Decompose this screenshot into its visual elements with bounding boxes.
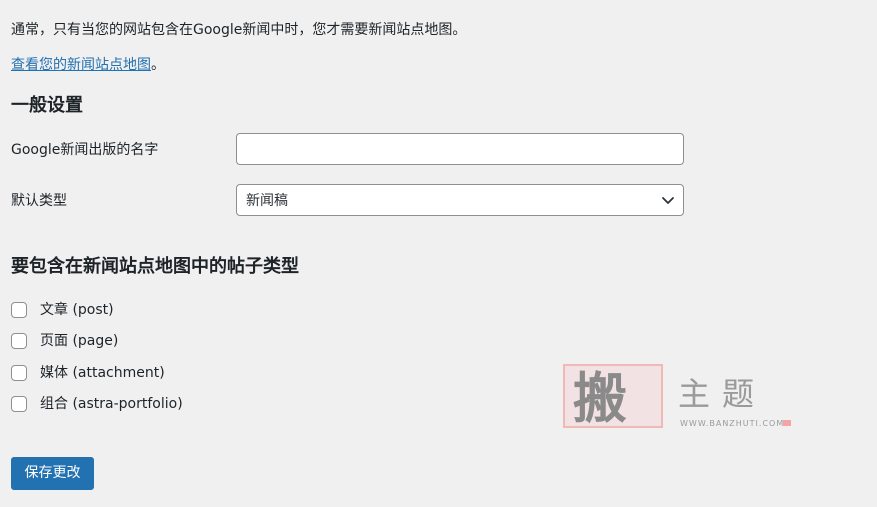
post-type-row-post: 文章 (post) <box>11 300 114 320</box>
default-type-select[interactable]: 新闻稿 <box>236 184 684 216</box>
intro-text: 通常，只有当您的网站包含在Google新闻中时，您才需要新闻站点地图。 <box>11 22 467 38</box>
post-type-row-attachment: 媒体 (attachment) <box>11 363 165 383</box>
watermark-mark <box>783 420 791 426</box>
save-changes-button[interactable]: 保存更改 <box>11 457 94 490</box>
post-type-row-portfolio: 组合 (astra-portfolio) <box>11 394 183 414</box>
default-type-selected-value: 新闻稿 <box>246 193 288 209</box>
link-suffix: 。 <box>151 57 165 73</box>
post-type-checkbox-page[interactable] <box>11 333 27 349</box>
post-type-row-page: 页面 (page) <box>11 331 118 351</box>
post-type-checkbox-post[interactable] <box>11 302 27 318</box>
general-settings-heading: 一般设置 <box>11 95 83 116</box>
watermark-logo-char: 搬 <box>573 366 627 430</box>
post-type-label-portfolio: 组合 (astra-portfolio) <box>40 396 183 412</box>
post-types-heading: 要包含在新闻站点地图中的帖子类型 <box>11 256 299 277</box>
chevron-down-icon <box>662 197 674 204</box>
post-type-label-attachment: 媒体 (attachment) <box>40 365 165 381</box>
settings-page: 通常，只有当您的网站包含在Google新闻中时，您才需要新闻站点地图。 查看您的… <box>0 0 877 507</box>
watermark-title: 主题 <box>678 375 767 413</box>
post-type-label-page: 页面 (page) <box>40 333 119 349</box>
publication-name-input[interactable] <box>236 133 684 165</box>
watermark: 搬 主题 WWW.BANZHUTI.COM <box>563 364 803 434</box>
watermark-logo-box: 搬 <box>563 364 663 428</box>
sitemap-link-line: 查看您的新闻站点地图。 <box>11 55 165 75</box>
post-type-checkbox-attachment[interactable] <box>11 365 27 381</box>
post-type-label-post: 文章 (post) <box>40 302 114 318</box>
publication-name-label: Google新闻出版的名字 <box>11 142 159 158</box>
view-news-sitemap-link[interactable]: 查看您的新闻站点地图 <box>11 57 151 73</box>
default-type-label: 默认类型 <box>11 193 67 209</box>
post-type-checkbox-portfolio[interactable] <box>11 396 27 412</box>
watermark-url: WWW.BANZHUTI.COM <box>680 419 785 428</box>
